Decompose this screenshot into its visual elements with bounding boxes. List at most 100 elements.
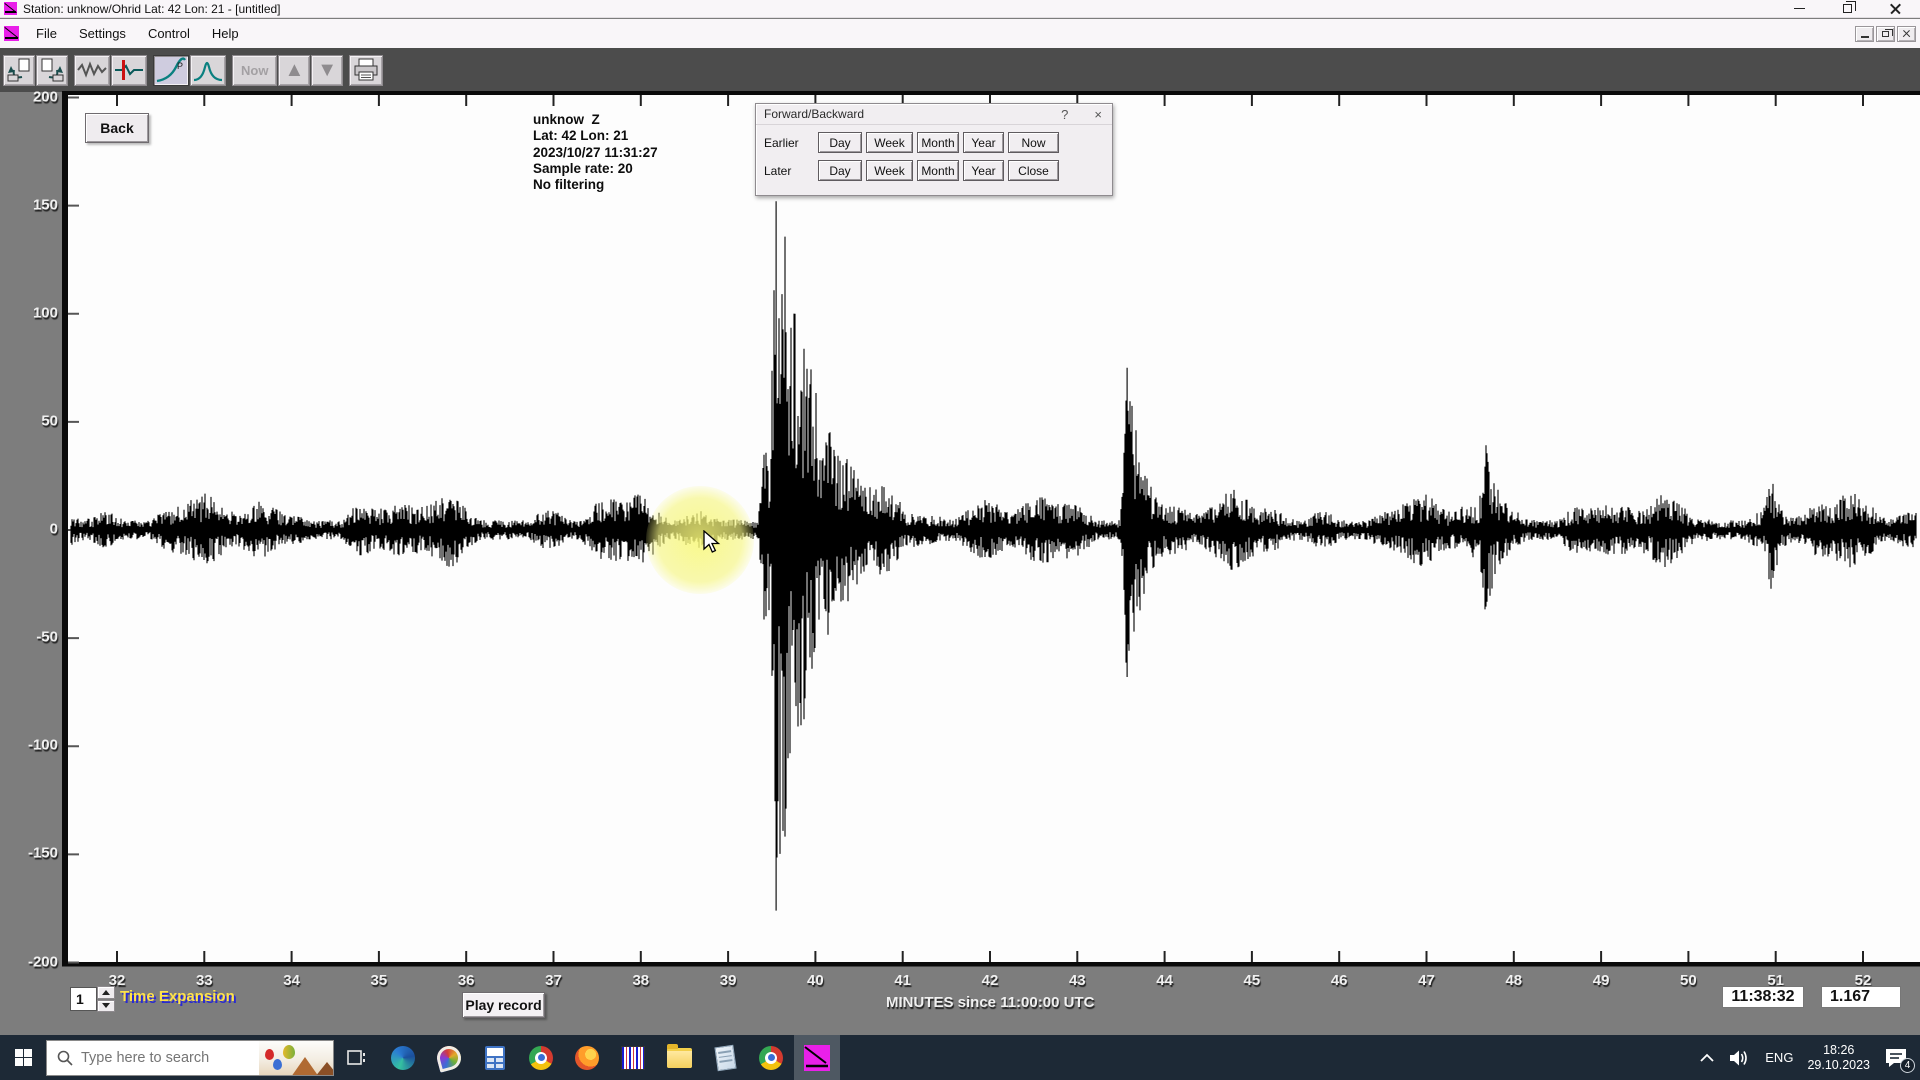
volume-icon[interactable] — [1729, 1049, 1751, 1067]
language-indicator[interactable]: ENG — [1765, 1050, 1793, 1065]
y-tick-label: 150 — [12, 196, 58, 213]
notepad-taskbar-button[interactable] — [702, 1035, 748, 1080]
menu-control[interactable]: Control — [140, 23, 198, 44]
search-input[interactable] — [81, 1050, 231, 1066]
task-view-button[interactable] — [334, 1035, 380, 1080]
open-previous-icon — [6, 57, 32, 83]
x-tick-label: 40 — [807, 972, 824, 989]
x-tick-label: 35 — [371, 972, 388, 989]
mdi-restore-button[interactable] — [1876, 26, 1895, 42]
chrome-taskbar-button[interactable] — [518, 1035, 564, 1080]
trace-info-text: unknow Z Lat: 42 Lon: 21 2023/10/27 11:3… — [533, 112, 658, 193]
x-tick-label: 45 — [1244, 972, 1261, 989]
edge-taskbar-button[interactable] — [380, 1035, 426, 1080]
mountain-icon — [315, 1062, 334, 1076]
now-dialog-button[interactable]: Now — [1008, 132, 1059, 153]
filter-button[interactable] — [111, 55, 147, 86]
x-tick-label: 43 — [1069, 972, 1086, 989]
close-dialog-button[interactable]: Close — [1008, 160, 1059, 181]
y-tick-label: -100 — [12, 737, 58, 754]
time-expansion-label: Time Expansion — [120, 988, 235, 1005]
chrome-2-taskbar-button[interactable] — [748, 1035, 794, 1080]
earlier-week-button[interactable]: Week — [866, 132, 913, 153]
time-expansion-up-button[interactable] — [97, 986, 115, 999]
edge-icon — [391, 1046, 415, 1070]
dialog-title: Forward/Backward — [764, 107, 864, 121]
calculator-taskbar-button[interactable] — [472, 1035, 518, 1080]
save-next-icon — [39, 57, 65, 83]
menu-settings[interactable]: Settings — [71, 23, 134, 44]
notepad-icon — [714, 1044, 736, 1070]
action-center-button[interactable]: 4 — [1884, 1047, 1908, 1069]
time-expansion-value[interactable]: 1 — [70, 987, 97, 1011]
x-tick-label: 37 — [545, 972, 562, 989]
search-highlight-image[interactable] — [259, 1041, 333, 1075]
open-previous-record-button[interactable] — [3, 55, 35, 86]
folder-icon — [667, 1048, 692, 1068]
mdi-minimize-button[interactable] — [1855, 26, 1874, 42]
x-tick-label: 36 — [458, 972, 475, 989]
minimize-button[interactable] — [1788, 2, 1810, 16]
now-button[interactable]: Now — [232, 55, 277, 86]
start-button[interactable] — [0, 1035, 46, 1080]
dialog-title-bar[interactable]: Forward/Backward ? × — [756, 104, 1112, 125]
dialog-close-button[interactable]: × — [1094, 107, 1102, 122]
down-arrow-icon: ▼ — [314, 60, 340, 80]
search-icon — [57, 1050, 73, 1066]
forward-backward-dialog: Forward/Backward ? × Earlier Day Week Mo… — [755, 103, 1113, 196]
seismograph-app-icon — [804, 1045, 830, 1071]
later-day-button[interactable]: Day — [818, 160, 862, 181]
dialog-help-button[interactable]: ? — [1061, 107, 1068, 122]
later-week-button[interactable]: Week — [866, 160, 913, 181]
firefox-icon — [575, 1046, 599, 1070]
x-tick-label: 47 — [1418, 972, 1435, 989]
y-tick-label: -200 — [12, 953, 58, 970]
earlier-year-button[interactable]: Year — [963, 132, 1004, 153]
amplitude-display: 1.167 — [1821, 986, 1901, 1008]
red-balloon-icon — [265, 1049, 274, 1060]
print-button[interactable] — [349, 55, 383, 86]
x-tick-label: 38 — [632, 972, 649, 989]
later-month-button[interactable]: Month — [917, 160, 959, 181]
menu-file[interactable]: File — [28, 23, 65, 44]
x-tick-label: 44 — [1156, 972, 1173, 989]
printer-icon — [352, 57, 380, 83]
document-icon[interactable] — [4, 26, 19, 41]
title-bar: Station: unknow/Ohrid Lat: 42 Lon: 21 - … — [0, 0, 1920, 18]
window-title: Station: unknow/Ohrid Lat: 42 Lon: 21 - … — [23, 2, 281, 16]
calculator-icon — [485, 1046, 505, 1070]
menu-help[interactable]: Help — [204, 23, 247, 44]
firefox-taskbar-button[interactable] — [564, 1035, 610, 1080]
hidden-icons-chevron[interactable] — [1699, 1053, 1715, 1063]
paint-taskbar-button[interactable] — [426, 1035, 472, 1080]
earlier-month-button[interactable]: Month — [917, 132, 959, 153]
scroll-up-button[interactable]: ▲ — [278, 55, 310, 86]
back-button[interactable]: Back — [85, 113, 149, 143]
click-highlight — [646, 486, 754, 594]
pick-phase-button[interactable]: P — [153, 55, 189, 86]
taskbar-search[interactable] — [46, 1040, 334, 1076]
time-expansion-down-button[interactable] — [97, 1000, 115, 1013]
up-triangle-icon — [102, 990, 110, 995]
mdi-close-button[interactable] — [1897, 26, 1916, 42]
play-record-button[interactable]: Play record — [462, 992, 545, 1018]
taskbar-date: 29.10.2023 — [1807, 1058, 1870, 1073]
earlier-day-button[interactable]: Day — [818, 132, 862, 153]
paint-icon — [434, 1043, 463, 1072]
waveform-view-button[interactable] — [74, 55, 110, 86]
scroll-down-button[interactable]: ▼ — [311, 55, 343, 86]
plot-area[interactable] — [68, 95, 1920, 962]
helicorder-taskbar-button[interactable] — [610, 1035, 656, 1080]
bell-curve-icon — [193, 57, 223, 83]
close-button[interactable] — [1884, 2, 1906, 16]
y-tick-label: 200 — [12, 88, 58, 105]
taskbar-clock[interactable]: 18:26 29.10.2023 — [1807, 1043, 1870, 1073]
maximize-button[interactable] — [1836, 2, 1858, 16]
save-next-record-button[interactable] — [36, 55, 68, 86]
y-tick-label: 100 — [12, 304, 58, 321]
up-arrow-icon: ▲ — [281, 60, 307, 80]
gaussian-button[interactable] — [190, 55, 226, 86]
file-explorer-taskbar-button[interactable] — [656, 1035, 702, 1080]
later-year-button[interactable]: Year — [963, 160, 1004, 181]
seismograph-app-taskbar-button[interactable] — [794, 1035, 840, 1080]
